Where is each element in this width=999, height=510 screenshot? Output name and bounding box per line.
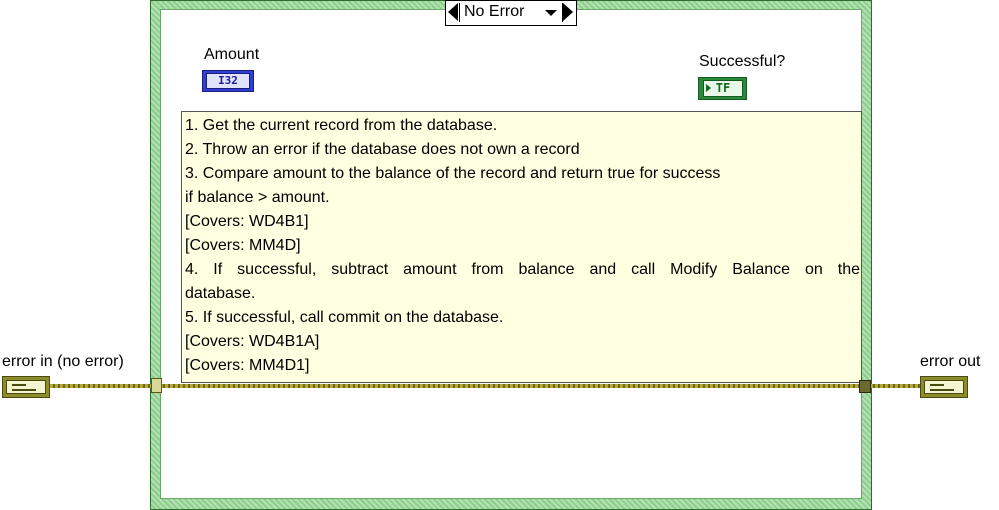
cluster-icon — [924, 380, 964, 394]
comment-line: 5. If successful, call commit on the dat… — [185, 309, 504, 326]
error-out-label: error out — [920, 353, 981, 370]
input-tunnel[interactable] — [151, 378, 162, 393]
comment-line: [Covers: MM4D] — [185, 237, 301, 254]
i32-badge: I32 — [206, 73, 250, 89]
selector-divider — [459, 3, 460, 22]
output-tunnel[interactable] — [859, 380, 871, 393]
error-wire[interactable] — [50, 384, 920, 388]
comment-text: 1. Get the current record from the datab… — [185, 114, 860, 378]
dropdown-arrow-icon[interactable] — [545, 10, 557, 16]
comment-line: 2. Throw an error if the database does n… — [185, 141, 580, 158]
indicator-arrow-icon — [706, 84, 711, 92]
comment-line: [Covers: WD4B1A] — [185, 333, 320, 350]
comment-line: [Covers: WD4B1] — [185, 213, 309, 230]
comment-line: database. — [185, 285, 256, 302]
cluster-icon — [6, 380, 46, 394]
decrement-case-arrow-icon[interactable] — [448, 3, 458, 21]
case-selector-value[interactable]: No Error — [464, 3, 524, 21]
comment-line: 3. Compare amount to the balance of the … — [185, 165, 721, 182]
successful-label: Successful? — [699, 53, 786, 70]
increment-case-arrow-icon[interactable] — [563, 3, 573, 21]
comment-line: if balance > amount. — [185, 189, 330, 206]
cluster-icon-bar — [12, 389, 36, 391]
cluster-icon-bar — [930, 384, 944, 386]
amount-label: Amount — [204, 46, 260, 63]
comment-line: [Covers: MM4D1] — [185, 357, 310, 374]
comment-line: 1. Get the current record from the datab… — [185, 117, 498, 134]
error-in-label: error in (no error) — [2, 353, 124, 370]
cluster-icon-bar — [930, 389, 954, 391]
cluster-icon-bar — [12, 384, 26, 386]
comment-line: 4. If successful, subtract amount from b… — [185, 261, 860, 278]
